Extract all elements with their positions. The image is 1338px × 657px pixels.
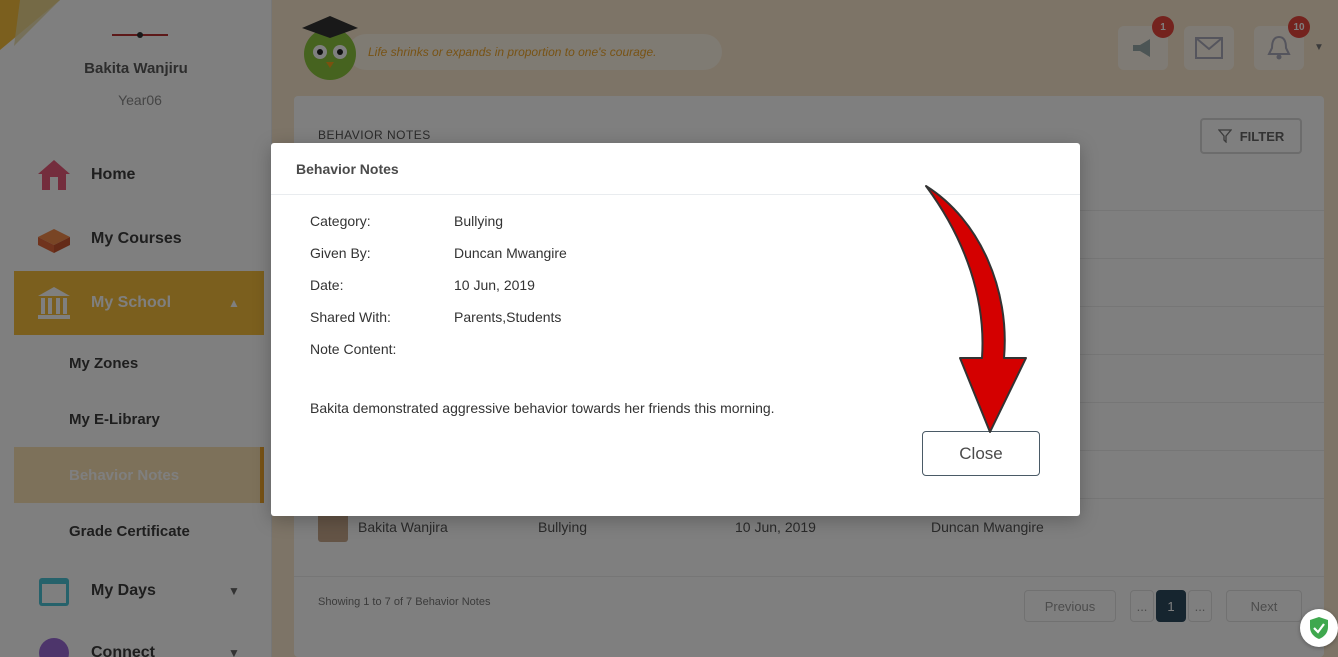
given-by-value: Duncan Mwangire xyxy=(454,245,567,261)
note-content-text: Bakita demonstrated aggressive behavior … xyxy=(310,400,775,416)
given-by-label: Given By: xyxy=(310,245,371,261)
note-content-label: Note Content: xyxy=(310,341,397,357)
shared-with-label: Shared With: xyxy=(310,309,391,325)
security-shield-button[interactable] xyxy=(1300,609,1338,647)
modal-title: Behavior Notes xyxy=(296,161,399,177)
date-label: Date: xyxy=(310,277,344,293)
category-value: Bullying xyxy=(454,213,504,229)
shield-check-icon xyxy=(1310,617,1328,639)
category-label: Category: xyxy=(310,213,371,229)
shared-with-value: Parents,Students xyxy=(454,309,562,325)
date-value: 10 Jun, 2019 xyxy=(454,277,535,293)
annotation-arrow-icon xyxy=(925,185,1027,433)
